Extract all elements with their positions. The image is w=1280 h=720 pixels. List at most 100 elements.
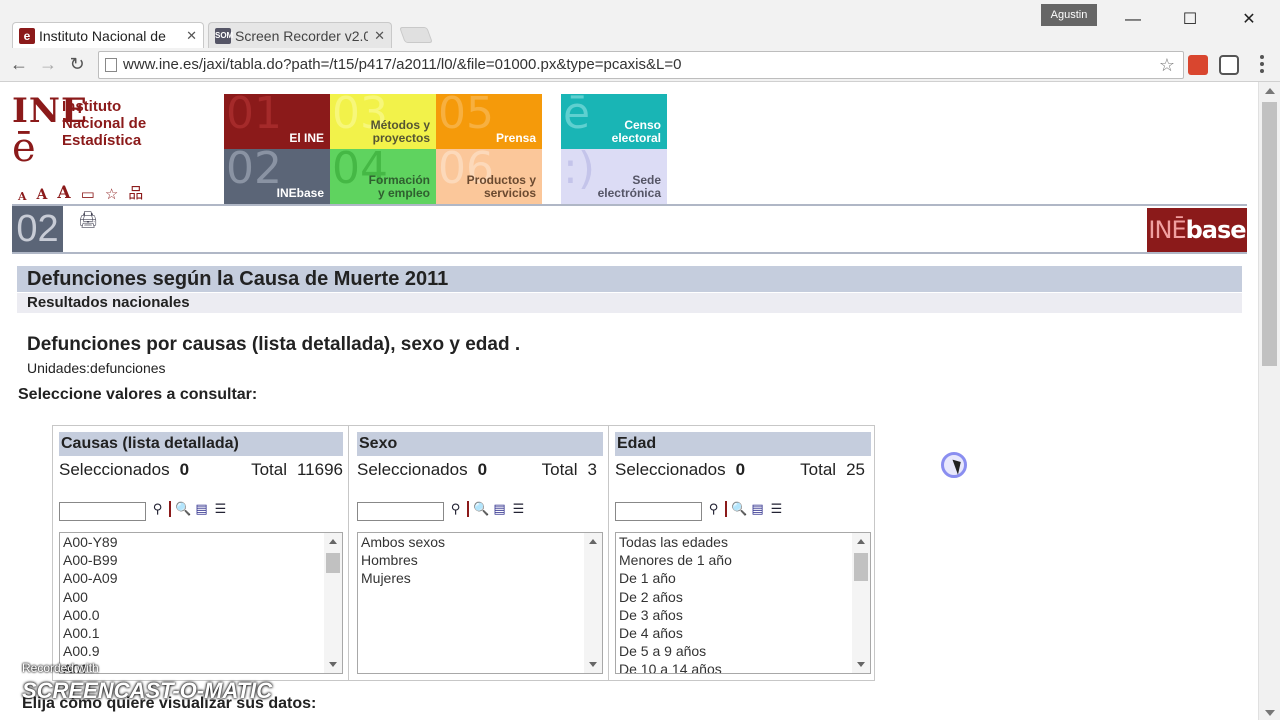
tile-el-ine[interactable]: 01 El INE xyxy=(224,94,330,149)
menu-icon[interactable] xyxy=(1254,53,1270,75)
close-window-icon[interactable]: ✕ xyxy=(1226,6,1272,34)
list-item[interactable]: Menores de 1 año xyxy=(619,551,870,569)
search-icon[interactable]: 🔍 xyxy=(473,501,489,517)
scroll-down-arrow-icon[interactable] xyxy=(329,662,337,667)
scroll-up-arrow-icon[interactable] xyxy=(1265,88,1275,94)
scroll-up-arrow-icon[interactable] xyxy=(857,539,865,544)
profile-button[interactable]: Agustin xyxy=(1041,4,1097,26)
list-item[interactable]: De 5 a 9 años xyxy=(619,642,870,660)
list-item[interactable]: A00.0 xyxy=(63,606,342,624)
select-all-icon[interactable]: ▤ xyxy=(492,501,507,517)
variable-listbox[interactable]: A00-Y89 A00-B99 A00-A09 A00 A00.0 A00.1 … xyxy=(59,532,343,674)
list-item[interactable]: Ambos sexos xyxy=(361,533,602,551)
list-item[interactable]: De 1 año xyxy=(619,569,870,587)
address-bar[interactable]: www.ine.es/jaxi/tabla.do?path=/t15/p417/… xyxy=(98,51,1184,79)
page-scroll-thumb[interactable] xyxy=(1262,102,1277,366)
scroll-up-arrow-icon[interactable] xyxy=(589,539,597,544)
select-all-icon[interactable]: ▤ xyxy=(194,501,209,517)
deselect-all-icon[interactable]: ☰ xyxy=(511,501,526,517)
separator xyxy=(169,501,171,517)
tab-title: Instituto Nacional de xyxy=(39,27,166,44)
tile-formacion[interactable]: 04 Formación y empleo xyxy=(330,149,436,204)
extension-todoist-icon[interactable] xyxy=(1188,55,1208,75)
variable-search-input[interactable] xyxy=(357,502,444,521)
minimize-icon[interactable]: — xyxy=(1110,6,1156,34)
close-icon[interactable]: ✕ xyxy=(374,28,385,44)
bookmark-star-icon[interactable]: ☆ xyxy=(1159,52,1175,78)
inebase-logo[interactable]: INĒbase xyxy=(1147,208,1247,252)
font-small-button[interactable]: A xyxy=(18,190,27,203)
favorite-star-icon[interactable]: ☆ xyxy=(105,185,118,203)
scroll-up-arrow-icon[interactable] xyxy=(329,539,337,544)
ine-favicon-icon: e xyxy=(19,27,35,44)
web-page: INE ē Instituto Nacional de Estadística … xyxy=(0,82,1258,720)
scroll-down-arrow-icon[interactable] xyxy=(589,662,597,667)
list-item[interactable]: A00-Y89 xyxy=(63,533,342,551)
list-item[interactable]: De 3 años xyxy=(619,606,870,624)
tile-productos[interactable]: 06 Productos y servicios xyxy=(436,149,542,204)
list-item[interactable]: Hombres xyxy=(361,551,602,569)
find-people-icon[interactable]: ⚲ xyxy=(706,501,721,517)
find-people-icon[interactable]: ⚲ xyxy=(150,501,165,517)
font-large-button[interactable]: A xyxy=(57,183,70,203)
maximize-icon[interactable]: ☐ xyxy=(1167,6,1213,34)
tile-metodos[interactable]: 03 Métodos y proyectos xyxy=(330,94,436,149)
tile-label: Censo electoral xyxy=(611,118,661,145)
list-item[interactable]: A00.9 xyxy=(63,642,342,660)
search-icon[interactable]: 🔍 xyxy=(731,501,747,517)
list-item[interactable]: De 10 a 14 años xyxy=(619,660,870,673)
variable-search-input[interactable] xyxy=(59,502,146,521)
selected-count: 0 xyxy=(179,460,190,479)
back-arrow-icon[interactable]: ← xyxy=(8,53,30,75)
new-tab-button[interactable] xyxy=(399,27,433,43)
list-item[interactable]: A01 xyxy=(63,660,342,673)
reload-icon[interactable]: ↻ xyxy=(66,53,88,75)
tab-screen-recorder[interactable]: SOM Screen Recorder v2.0 ✕ xyxy=(208,22,392,48)
deselect-all-icon[interactable]: ☰ xyxy=(769,501,784,517)
listbox-scroll-thumb[interactable] xyxy=(326,553,340,573)
print-export-icon[interactable]: 🖨 xyxy=(78,210,98,230)
list-item[interactable]: A00 xyxy=(63,588,342,606)
extension-pocket-icon[interactable] xyxy=(1219,55,1239,75)
select-all-icon[interactable]: ▤ xyxy=(750,501,765,517)
close-icon[interactable]: ✕ xyxy=(186,28,197,44)
variable-listbox[interactable]: Todas las edades Menores de 1 año De 1 a… xyxy=(615,532,871,674)
list-item[interactable]: A00-B99 xyxy=(63,551,342,569)
listbox-scroll-thumb[interactable] xyxy=(854,553,868,581)
scroll-down-arrow-icon[interactable] xyxy=(857,662,865,667)
institute-name-line: Estadística xyxy=(62,132,142,149)
deselect-all-icon[interactable]: ☰ xyxy=(213,501,228,517)
screencast-favicon-icon: SOM xyxy=(215,27,233,44)
list-item[interactable]: Todas las edades xyxy=(619,533,870,551)
forward-arrow-icon[interactable]: → xyxy=(37,53,59,75)
list-item[interactable]: De 4 años xyxy=(619,624,870,642)
total-count: 3 xyxy=(587,460,597,479)
page-scrollbar[interactable] xyxy=(1258,82,1280,720)
total-count: 11696 xyxy=(296,460,343,479)
tile-sede-electronica[interactable]: :) Sede electrónica xyxy=(561,149,667,204)
list-item[interactable]: Mujeres xyxy=(361,569,602,587)
total-label: Total xyxy=(800,460,837,479)
list-item[interactable]: A00.1 xyxy=(63,624,342,642)
inebase-logo-ine: INĒ xyxy=(1148,216,1186,244)
page-subtitle: Resultados nacionales xyxy=(17,293,1242,313)
find-people-icon[interactable]: ⚲ xyxy=(448,501,463,517)
tile-censo-electoral[interactable]: ē Censo electoral xyxy=(561,94,667,149)
tab-title: Screen Recorder v2.0 xyxy=(235,27,369,44)
print-icon[interactable]: ▭ xyxy=(81,185,95,203)
variable-tools: ⚲ 🔍 ▤ ☰ xyxy=(448,501,526,517)
tile-inebase[interactable]: 02 INEbase xyxy=(224,149,330,204)
tile-prensa[interactable]: 05 Prensa xyxy=(436,94,542,149)
tab-ine[interactable]: e Instituto Nacional de ✕ xyxy=(12,22,204,48)
listbox-scrollbar[interactable] xyxy=(584,533,602,673)
list-item[interactable]: A00-A09 xyxy=(63,569,342,587)
font-medium-button[interactable]: A xyxy=(37,187,48,203)
variable-search-input[interactable] xyxy=(615,502,702,521)
list-item[interactable]: De 2 años xyxy=(619,588,870,606)
scroll-down-arrow-icon[interactable] xyxy=(1265,710,1275,716)
variable-header: Sexo xyxy=(357,432,603,456)
variable-listbox[interactable]: Ambos sexos Hombres Mujeres xyxy=(357,532,603,674)
search-icon[interactable]: 🔍 xyxy=(175,501,191,517)
sitemap-icon[interactable]: 品 xyxy=(128,182,143,203)
page-icon xyxy=(105,58,117,72)
